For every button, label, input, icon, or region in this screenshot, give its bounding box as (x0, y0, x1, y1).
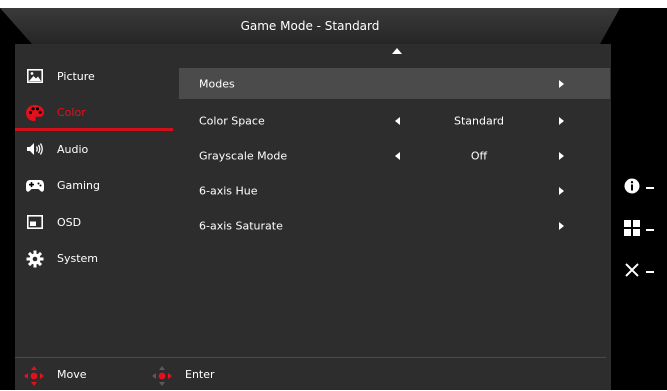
menu-grid-icon (624, 220, 640, 240)
gear-icon (25, 249, 45, 269)
menu-row-color-space[interactable]: Color Space Standard (179, 103, 610, 138)
arrow-right-icon[interactable] (559, 151, 564, 160)
hotkey-dash (646, 187, 654, 189)
arrow-left-icon[interactable] (395, 151, 400, 160)
footer-hints: Move Enter (15, 363, 606, 391)
hotkey-dash (646, 229, 654, 231)
color-settings-list: Modes Color Space Standard Grayscale Mod… (179, 68, 610, 243)
row-value: Off (470, 149, 488, 162)
gamepad-icon (25, 176, 45, 196)
joystick-move-icon (23, 365, 45, 387)
arrow-right-icon[interactable] (559, 186, 564, 195)
sidebar-item-label: Gaming (57, 179, 100, 193)
row-label: Color Space (199, 114, 265, 127)
menu-row-6-axis-saturate[interactable]: 6-axis Saturate (179, 208, 610, 243)
sidebar: Picture Color Audio Gaming OSD System (15, 58, 173, 277)
arrow-right-icon[interactable] (559, 221, 564, 230)
hotkey-menu[interactable] (624, 220, 664, 240)
sidebar-item-gaming[interactable]: Gaming (15, 168, 173, 205)
picture-icon (25, 66, 45, 86)
footer-divider (15, 357, 606, 358)
info-icon (624, 178, 640, 198)
arrow-left-icon[interactable] (395, 116, 400, 125)
sidebar-item-picture[interactable]: Picture (15, 58, 173, 95)
menu-row-grayscale-mode[interactable]: Grayscale Mode Off (179, 138, 610, 173)
menu-row-6-axis-hue[interactable]: 6-axis Hue (179, 173, 610, 208)
hotkey-info[interactable] (624, 178, 664, 198)
close-icon (624, 262, 640, 282)
sidebar-item-label: Picture (57, 69, 95, 83)
arrow-right-icon[interactable] (559, 116, 564, 125)
speaker-icon (25, 139, 45, 159)
sidebar-item-label: OSD (57, 215, 82, 229)
row-label: Grayscale Mode (199, 149, 288, 162)
page-title: Game Mode - Standard (240, 19, 380, 33)
sidebar-item-audio[interactable]: Audio (15, 131, 173, 168)
move-hint: Move (57, 368, 87, 381)
color-palette-icon (25, 103, 45, 123)
sidebar-item-label: Color (57, 106, 86, 120)
arrow-right-icon[interactable] (559, 79, 564, 88)
osd-menu: Game Mode - Standard Picture Color Audio… (0, 8, 667, 390)
sidebar-item-osd[interactable]: OSD (15, 204, 173, 241)
joystick-enter-icon (151, 365, 173, 387)
osd-icon (25, 212, 45, 232)
sidebar-item-color[interactable]: Color (15, 95, 173, 132)
menu-row-modes[interactable]: Modes (179, 68, 610, 99)
scroll-up-icon[interactable] (392, 48, 402, 54)
hotkey-dash (646, 271, 654, 273)
sidebar-item-label: Audio (57, 142, 89, 156)
row-label: 6-axis Saturate (199, 219, 283, 232)
row-label: 6-axis Hue (199, 184, 258, 197)
hotkey-exit[interactable] (624, 262, 664, 282)
sidebar-item-system[interactable]: System (15, 241, 173, 278)
row-value: Standard (453, 114, 505, 127)
sidebar-item-label: System (57, 252, 99, 266)
row-label: Modes (199, 77, 235, 90)
title-bar: Game Mode - Standard (0, 8, 620, 44)
enter-hint: Enter (185, 368, 215, 381)
